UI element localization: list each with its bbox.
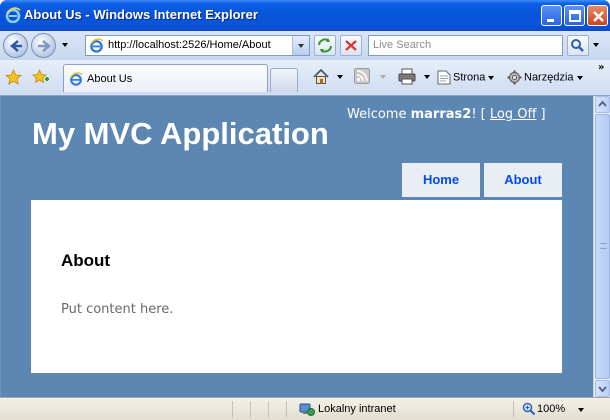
window-title: About Us - Windows Internet Explorer bbox=[24, 7, 258, 22]
intranet-zone-icon bbox=[299, 403, 315, 416]
status-divider bbox=[513, 401, 514, 418]
status-bar: Lokalny intranet 100% bbox=[0, 397, 610, 420]
print-dropdown[interactable] bbox=[424, 75, 430, 79]
internet-explorer-icon bbox=[5, 7, 21, 23]
home-icon[interactable] bbox=[312, 68, 330, 85]
close-icon bbox=[593, 11, 604, 22]
scroll-up-button[interactable] bbox=[595, 96, 610, 113]
app-title: My MVC Application bbox=[32, 116, 329, 151]
address-toolbar: http://localhost:2526/Home/About Live Se… bbox=[0, 31, 610, 60]
main-content: About Put content here. bbox=[31, 200, 562, 373]
search-icon bbox=[571, 39, 584, 52]
back-button[interactable] bbox=[3, 33, 28, 58]
tab-toolbar: About Us Strona Narzędzia » bbox=[0, 60, 610, 96]
tab-label: About Us bbox=[87, 73, 133, 85]
feeds-dropdown[interactable] bbox=[380, 75, 386, 79]
chevron-up-icon bbox=[598, 100, 607, 107]
login-display: Welcome marras2! [ Log Off ] bbox=[347, 107, 546, 122]
login-close-bracket: ] bbox=[536, 107, 546, 122]
page-menu-icon bbox=[437, 70, 451, 85]
status-divider bbox=[268, 401, 269, 418]
scroll-grip bbox=[600, 243, 607, 249]
minimize-button[interactable] bbox=[541, 5, 562, 26]
status-divider bbox=[232, 401, 233, 418]
address-dropdown[interactable] bbox=[292, 36, 309, 55]
page-body-text: Put content here. bbox=[61, 302, 174, 317]
zoom-icon bbox=[522, 402, 536, 416]
search-input[interactable]: Live Search bbox=[368, 35, 563, 56]
page-menu-arrow bbox=[488, 75, 495, 80]
login-welcome: Welcome bbox=[347, 107, 411, 122]
logoff-link[interactable]: Log Off bbox=[490, 107, 537, 122]
status-divider bbox=[286, 401, 287, 418]
page-viewport: My MVC Application Welcome marras2! [ Lo… bbox=[0, 96, 593, 397]
menu-home[interactable]: Home bbox=[402, 163, 480, 197]
status-divider bbox=[250, 401, 251, 418]
refresh-button[interactable] bbox=[314, 35, 336, 56]
scroll-down-button[interactable] bbox=[595, 380, 610, 397]
minimize-icon bbox=[547, 19, 554, 22]
tools-menu-arrow bbox=[576, 75, 583, 80]
vertical-scrollbar[interactable] bbox=[593, 96, 610, 397]
forward-button[interactable] bbox=[31, 33, 56, 58]
address-bar[interactable]: http://localhost:2526/Home/About bbox=[85, 35, 310, 56]
login-exclaim: ! [ bbox=[471, 107, 490, 122]
security-zone[interactable]: Lokalny intranet bbox=[318, 403, 396, 415]
stop-button[interactable] bbox=[340, 35, 362, 56]
scroll-thumb[interactable] bbox=[595, 114, 610, 379]
maximize-icon bbox=[569, 10, 581, 22]
favorites-star-icon[interactable] bbox=[5, 69, 22, 86]
tab-about-us[interactable]: About Us bbox=[63, 64, 268, 92]
forward-arrow-icon bbox=[38, 40, 51, 52]
page-menu[interactable]: Strona bbox=[437, 70, 495, 85]
address-url[interactable]: http://localhost:2526/Home/About bbox=[108, 39, 271, 51]
refresh-icon bbox=[318, 38, 332, 53]
search-button[interactable] bbox=[567, 35, 589, 56]
browser-window: About Us - Windows Internet Explorer htt… bbox=[0, 0, 610, 420]
chevron-down-icon bbox=[598, 386, 607, 393]
stop-icon bbox=[345, 40, 357, 51]
tools-menu-label: Narzędzia bbox=[524, 71, 574, 84]
search-placeholder: Live Search bbox=[373, 39, 432, 51]
gear-icon bbox=[507, 70, 522, 85]
page-icon bbox=[90, 38, 104, 53]
add-favorites-icon[interactable] bbox=[32, 69, 50, 86]
page-menu-label: Strona bbox=[453, 71, 486, 84]
print-icon[interactable] bbox=[398, 68, 416, 85]
back-arrow-icon bbox=[10, 40, 22, 52]
close-button[interactable] bbox=[587, 5, 608, 26]
menu-about[interactable]: About bbox=[484, 163, 562, 197]
toolbar-overflow-chevron[interactable]: » bbox=[598, 62, 604, 73]
new-tab-button[interactable] bbox=[270, 68, 298, 92]
page-heading: About bbox=[61, 251, 111, 270]
feeds-icon[interactable] bbox=[354, 68, 370, 84]
recent-pages-dropdown[interactable] bbox=[62, 43, 68, 47]
zoom-dropdown[interactable] bbox=[578, 408, 584, 412]
login-username: marras2 bbox=[410, 107, 472, 122]
tools-menu[interactable]: Narzędzia bbox=[507, 70, 583, 85]
tab-page-icon bbox=[70, 72, 83, 86]
zoom-level[interactable]: 100% bbox=[537, 403, 565, 415]
maximize-button[interactable] bbox=[564, 5, 585, 26]
title-bar[interactable]: About Us - Windows Internet Explorer bbox=[0, 0, 610, 31]
search-provider-dropdown[interactable] bbox=[593, 43, 599, 47]
home-dropdown[interactable] bbox=[337, 75, 343, 79]
